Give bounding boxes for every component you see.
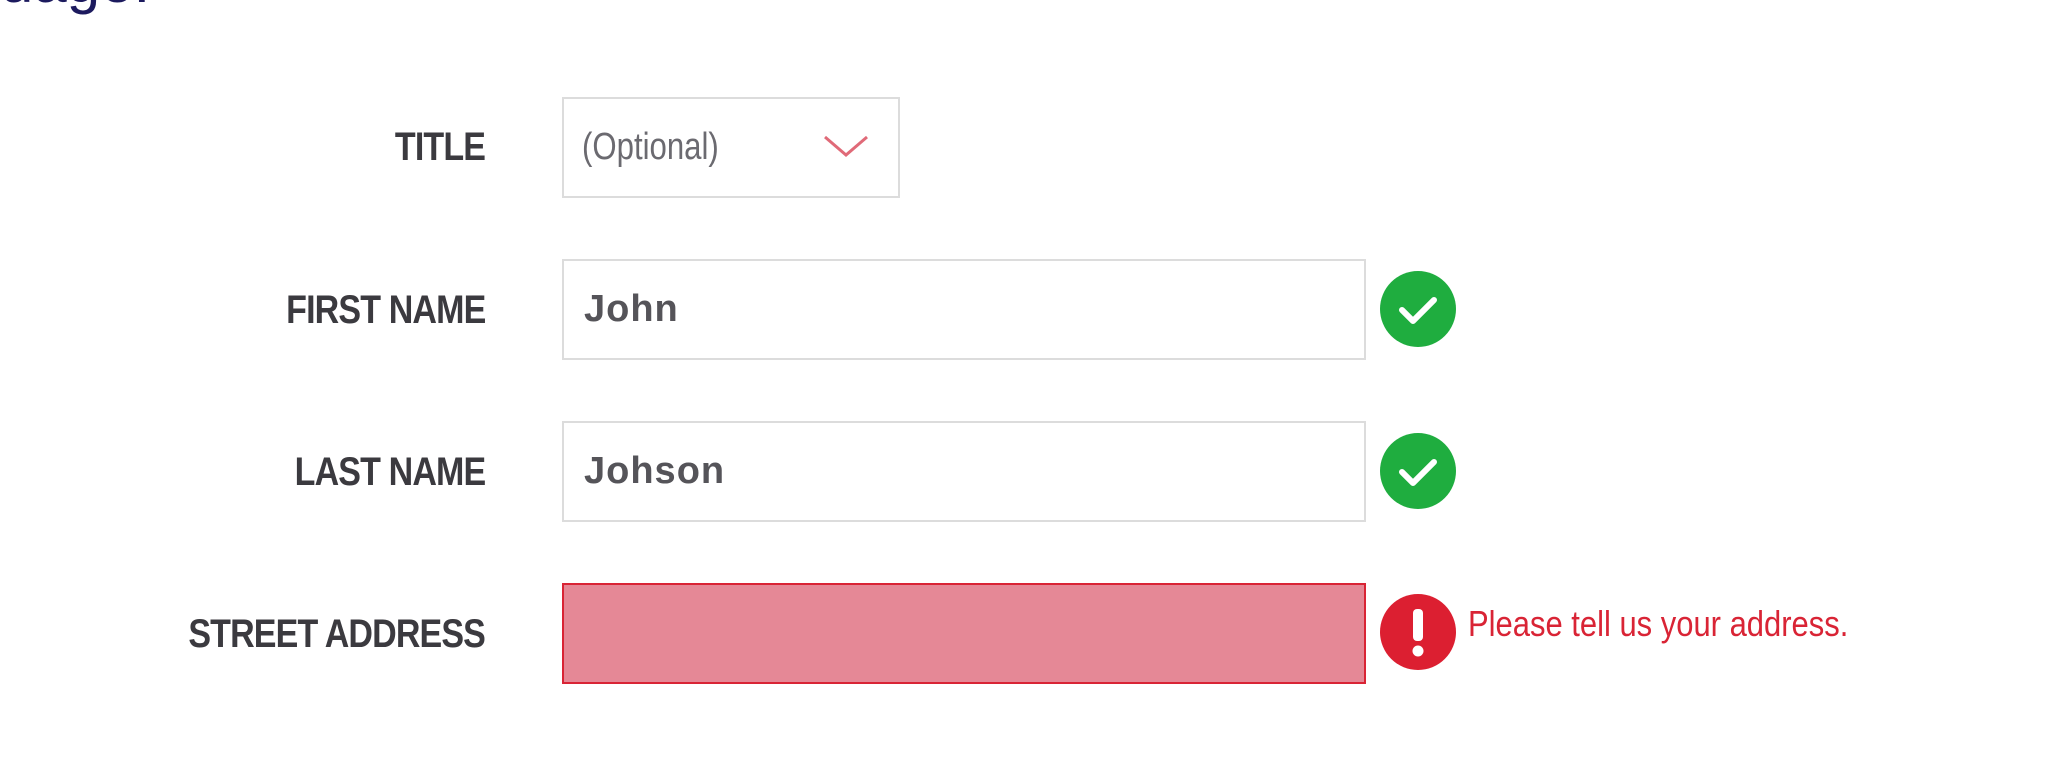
last-name-label: LAST NAME [294,450,486,494]
title-select-value: (Optional) [582,126,719,168]
title-label: TITLE [394,125,486,169]
check-circle-icon [1380,271,1456,347]
page-heading: uage. [0,0,150,12]
street-address-label: STREET ADDRESS [188,612,486,656]
exclamation-circle-icon [1380,594,1456,670]
street-address-input[interactable] [562,583,1366,684]
first-name-input[interactable]: John [562,259,1366,360]
first-name-label: FIRST NAME [285,288,486,332]
last-name-input[interactable]: Johson [562,421,1366,522]
check-circle-icon [1380,433,1456,509]
street-address-error: Please tell us your address. [1468,603,1849,644]
title-select[interactable]: (Optional) [562,97,900,198]
chevron-down-icon [822,133,870,159]
